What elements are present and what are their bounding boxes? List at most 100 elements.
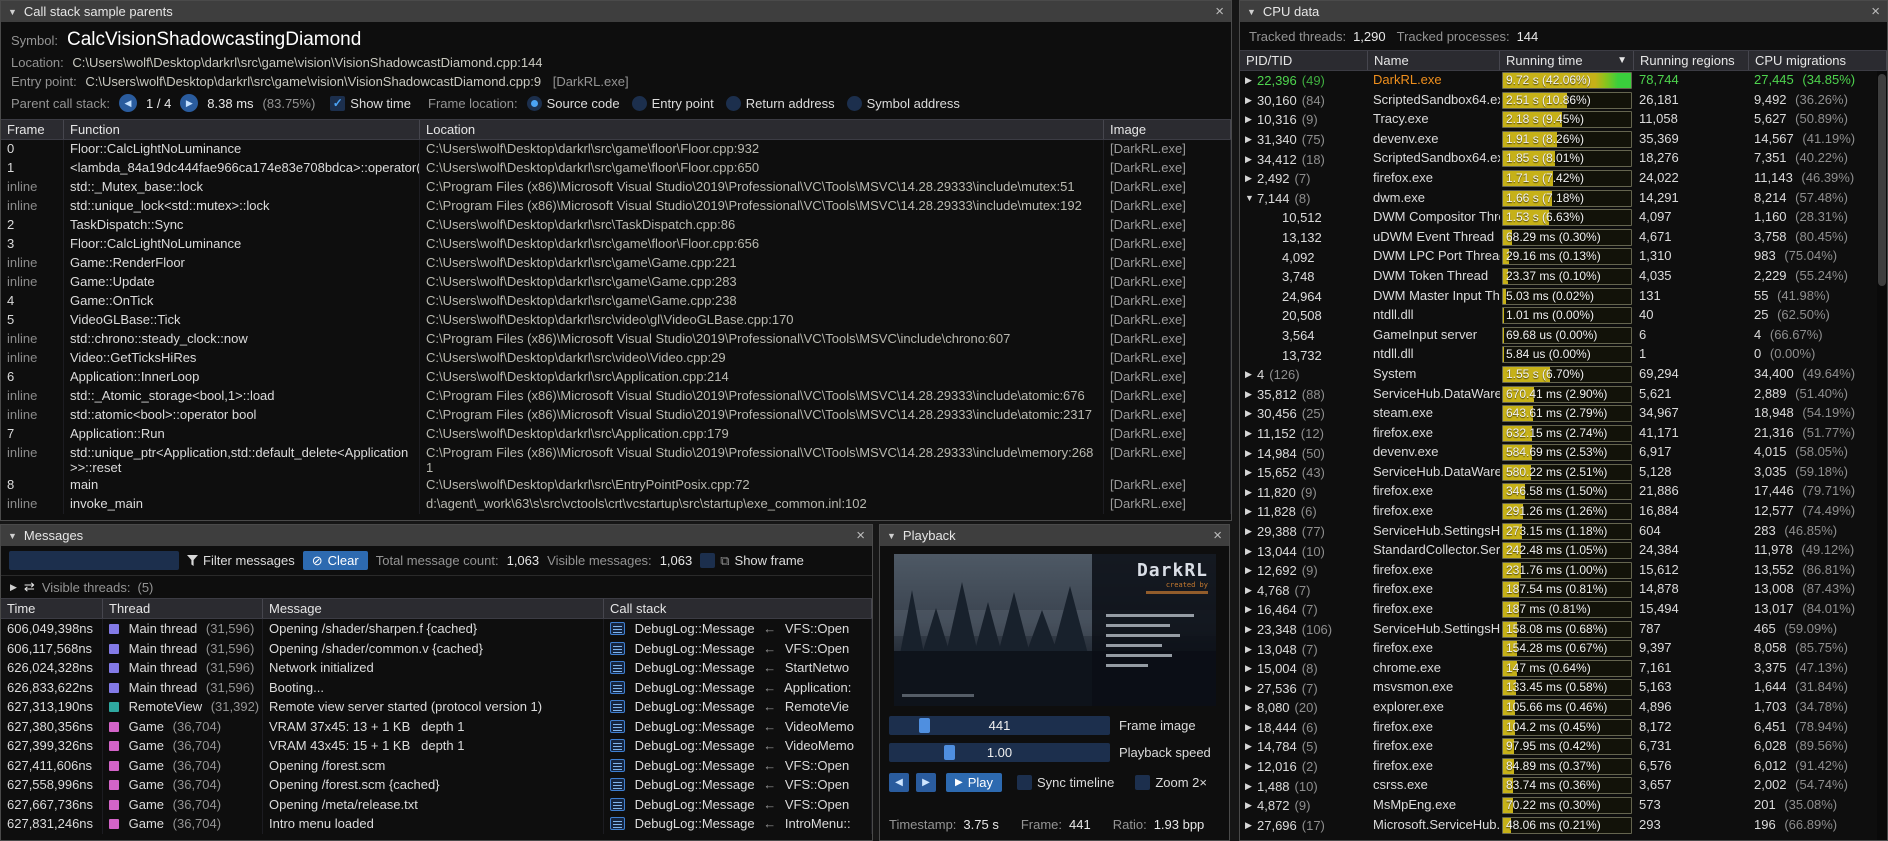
message-row[interactable]: 627,380,356ns Game (36,704) VRAM 37x45: … [1,717,872,737]
col-running-regions[interactable]: Running regions [1634,51,1749,70]
frame-location-radio[interactable]: Entry point [632,96,714,111]
col-cpu-migrations[interactable]: CPU migrations [1749,51,1887,70]
cpu-row[interactable]: ▶ 30,456 (25) steam.exe 643.61 ms (2.79%… [1240,404,1887,424]
callstack-frame-icon[interactable] [610,700,625,713]
message-row[interactable]: 627,831,246ns Game (36,704) Intro menu l… [1,814,872,834]
expand-icon[interactable]: ▶ [1245,526,1257,537]
collapse-icon[interactable]: ▼ [8,7,17,17]
function-cell[interactable]: Game::Update [64,273,420,292]
show-frame-checkbox[interactable]: ✓ [700,553,715,568]
zoom-toggle[interactable]: ✓ Zoom 2× [1135,775,1207,790]
expand-icon[interactable]: ▶ [1245,428,1257,439]
frame-location-radio[interactable]: Symbol address [847,96,960,111]
location-cell[interactable]: C:\Users\wolf\Desktop\darkrl\src\Applica… [420,368,1104,387]
callstack-row[interactable]: inline Video::GetTicksHiRes C:\Users\wol… [1,349,1231,368]
location-cell[interactable]: C:\Users\wolf\Desktop\darkrl\src\EntryPo… [420,476,1104,495]
cpu-row[interactable]: ▶ 8,080 (20) explorer.exe 105.66 ms (0.4… [1240,698,1887,718]
cpu-row[interactable]: ▶ 11,828 (6) firefox.exe 291.26 ms (1.26… [1240,502,1887,522]
message-filter-input[interactable] [9,551,179,570]
function-cell[interactable]: std::unique_ptr<Application,std::default… [64,444,420,476]
cpu-row[interactable]: ▶ 23,348 (106) ServiceHub.SettingsHost 1… [1240,620,1887,640]
expand-icon[interactable]: ▶ [1245,154,1257,165]
col-time[interactable]: Time [1,599,103,618]
cpu-row[interactable]: ▼ 7,144 (8) dwm.exe 1.66 s (7.18%) 14,29… [1240,189,1887,209]
close-icon[interactable]: × [1213,528,1222,543]
callstack-row[interactable]: 8 main C:\Users\wolf\Desktop\darkrl\src\… [1,476,1231,495]
message-row[interactable]: 606,049,398ns Main thread (31,596) Openi… [1,619,872,639]
callstack-row[interactable]: 2 TaskDispatch::Sync C:\Users\wolf\Deskt… [1,216,1231,235]
callstack-frame-icon[interactable] [610,622,625,635]
location-cell[interactable]: C:\Users\wolf\Desktop\darkrl\src\video\V… [420,349,1104,368]
location-cell[interactable]: C:\Users\wolf\Desktop\darkrl\src\game\fl… [420,140,1104,159]
expand-icon[interactable]: ▶ [1245,75,1257,86]
radio-icon[interactable] [527,96,542,111]
expand-icon[interactable]: ▶ [1245,781,1257,792]
callstack-frame-icon[interactable] [610,798,625,811]
cpu-row[interactable]: ▶ 12,692 (9) firefox.exe 231.76 ms (1.00… [1240,561,1887,581]
sort-descending-icon[interactable]: ▼ [1617,55,1627,66]
callstack-row[interactable]: inline std::chrono::steady_clock::now C:… [1,330,1231,349]
expand-icon[interactable]: ▶ [1245,467,1257,478]
callstack-row[interactable]: 5 VideoGLBase::Tick C:\Users\wolf\Deskto… [1,311,1231,330]
expand-icon[interactable]: ▶ [1245,741,1257,752]
expand-icon[interactable]: ▶ [1245,761,1257,772]
message-row[interactable]: 627,411,606ns Game (36,704) Opening /for… [1,756,872,776]
function-cell[interactable]: Game::RenderFloor [64,254,420,273]
function-cell[interactable]: Application::Run [64,425,420,444]
location-cell[interactable]: C:\Users\wolf\Desktop\darkrl\src\TaskDis… [420,216,1104,235]
function-cell[interactable]: std::chrono::steady_clock::now [64,330,420,349]
cpu-row[interactable]: ▶ 29,388 (77) ServiceHub.SettingsHost 27… [1240,522,1887,542]
collapse-icon[interactable]: ▼ [1247,7,1256,17]
clear-button[interactable]: ⊘ Clear [303,551,368,570]
location-cell[interactable]: C:\Users\wolf\Desktop\darkrl\src\game\fl… [420,235,1104,254]
function-cell[interactable]: Game::OnTick [64,292,420,311]
expand-icon[interactable]: ▶ [1245,173,1257,184]
play-button[interactable]: ▶ Play [946,773,1002,792]
col-thread[interactable]: Thread [103,599,263,618]
cpu-row[interactable]: 20,508 ntdll.dll 1.01 ms (0.00%) 40 25 (… [1240,306,1887,326]
expand-icon[interactable]: ▶ [1245,722,1257,733]
cpu-row[interactable]: ▶ 15,652 (43) ServiceHub.DataWarehou 580… [1240,463,1887,483]
expand-icon[interactable]: ▶ [1245,663,1257,674]
callstack-frame-icon[interactable] [610,661,625,674]
callstack-row[interactable]: 0 Floor::CalcLightNoLuminance C:\Users\w… [1,140,1231,159]
radio-icon[interactable] [726,96,741,111]
cpu-row[interactable]: 10,512 DWM Compositor Threa 1.53 s (6.63… [1240,208,1887,228]
function-cell[interactable]: TaskDispatch::Sync [64,216,420,235]
callstack-row[interactable]: inline std::unique_ptr<Application,std::… [1,444,1231,476]
callstack-row[interactable]: 1 <lambda_84a19dc444fae966ca174e83e708bd… [1,159,1231,178]
cpu-row[interactable]: ▶ 13,044 (10) StandardCollector.Servic 2… [1240,541,1887,561]
cpu-row[interactable]: 13,732 ntdll.dll 5.84 us (0.00%) 1 0 (0.… [1240,345,1887,365]
expand-icon[interactable]: ▶ [1245,644,1257,655]
expand-icon[interactable]: ▶ [1245,800,1257,811]
location-cell[interactable]: C:\Users\wolf\Desktop\darkrl\src\game\Ga… [420,273,1104,292]
expand-icon[interactable]: ▶ [1245,114,1257,125]
scrollbar[interactable] [1877,71,1887,840]
playback-speed-slider[interactable]: 1.00 [889,743,1110,762]
expand-icon[interactable]: ▶ [1245,487,1257,498]
expand-icon[interactable]: ▶ [1245,683,1257,694]
cpu-titlebar[interactable]: ▼ CPU data × [1240,1,1887,22]
location-cell[interactable]: C:\Program Files (x86)\Microsoft Visual … [420,406,1104,425]
cpu-row[interactable]: 3,564 GameInput server 69.68 us (0.00%) … [1240,326,1887,346]
cpu-row[interactable]: ▶ 14,784 (5) firefox.exe 97.95 ms (0.42%… [1240,737,1887,757]
cpu-row[interactable]: 3,748 DWM Token Thread 23.37 ms (0.10%) … [1240,267,1887,287]
callstack-row[interactable]: inline std::atomic<bool>::operator bool … [1,406,1231,425]
callstack-row[interactable]: 7 Application::Run C:\Users\wolf\Desktop… [1,425,1231,444]
expand-icon[interactable]: ▼ [1245,193,1257,203]
messages-titlebar[interactable]: ▼ Messages × [1,525,872,546]
cpu-row[interactable]: ▶ 34,412 (18) ScriptedSandbox64.exe 1.85… [1240,149,1887,169]
cpu-row[interactable]: ▶ 22,396 (49) DarkRL.exe 9.72 s (42.06%)… [1240,71,1887,91]
location-cell[interactable]: C:\Users\wolf\Desktop\darkrl\src\game\fl… [420,159,1104,178]
location-cell[interactable]: C:\Program Files (x86)\Microsoft Visual … [420,330,1104,349]
function-cell[interactable]: std::atomic<bool>::operator bool [64,406,420,425]
function-cell[interactable]: invoke_main [64,495,420,514]
function-cell[interactable]: Application::InnerLoop [64,368,420,387]
cpu-row[interactable]: ▶ 27,536 (7) msvsmon.exe 133.45 ms (0.58… [1240,678,1887,698]
expand-icon[interactable]: ▶ [1245,702,1257,713]
cpu-row[interactable]: ▶ 4,768 (7) firefox.exe 187.54 ms (0.81%… [1240,580,1887,600]
function-cell[interactable]: std::_Mutex_base::lock [64,178,420,197]
callstack-row[interactable]: inline std::unique_lock<std::mutex>::loc… [1,197,1231,216]
location-cell[interactable]: C:\Users\wolf\Desktop\darkrl\src\video\g… [420,311,1104,330]
cpu-row[interactable]: ▶ 14,984 (50) devenv.exe 584.69 ms (2.53… [1240,443,1887,463]
